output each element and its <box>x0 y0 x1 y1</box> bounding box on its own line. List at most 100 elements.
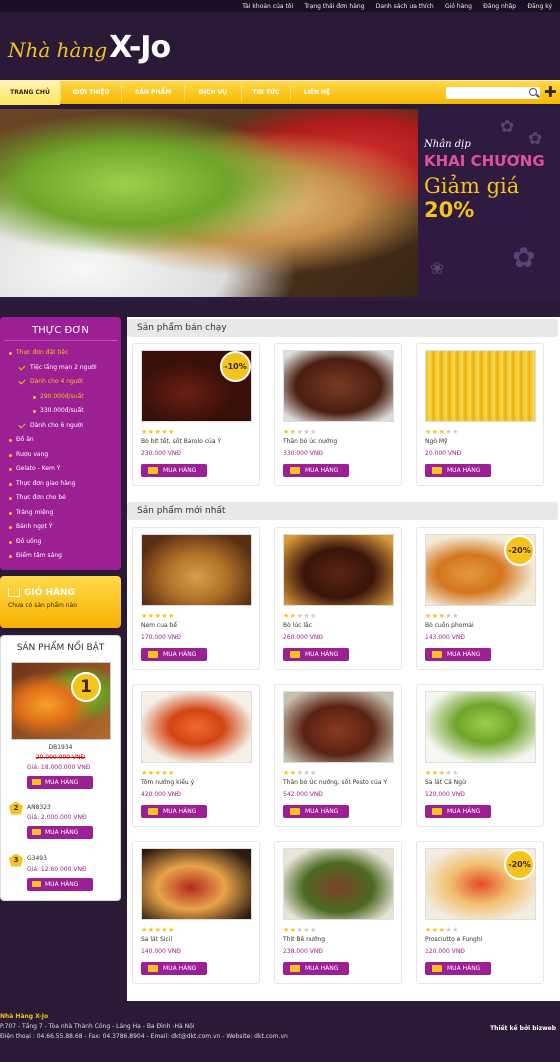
buy-button[interactable]: MUA HÀNG <box>283 805 349 818</box>
menu-item[interactable]: 290.000đ/suất <box>0 390 121 405</box>
product-name[interactable]: Bò cuốn phomai <box>425 622 474 629</box>
buy-button[interactable]: MUA HÀNG <box>425 805 491 818</box>
product-image[interactable] <box>141 848 252 920</box>
footer-credit[interactable]: Thiết kế bởi bizweb <box>490 1025 556 1032</box>
menu-item[interactable]: Đồ ăn <box>0 433 121 448</box>
nav-contact[interactable]: Liên hệ <box>291 81 343 105</box>
product-image[interactable]: -20% <box>425 534 536 606</box>
menu-item[interactable]: Đồ uống <box>0 535 121 550</box>
product-name[interactable]: Sa lát Cá Ngừ <box>425 779 466 786</box>
buy-button[interactable]: MUA HÀNG <box>425 648 491 661</box>
product-card[interactable]: -20% ★★★★★ Bò cuốn phomai 143.000 VNĐ MUA HÀ… <box>416 527 544 670</box>
cart-status: Chưa có sản phẩm nào <box>8 601 77 609</box>
footer-contact: Điện thoại : 04.66.55.88.68 - Fax: 04.37… <box>0 1033 288 1040</box>
buy-button[interactable]: MUA HÀNG <box>27 825 93 839</box>
product-card[interactable]: -20% ★★★★★ Prosciutto e Funghi 120.000 VNĐ M… <box>416 841 544 984</box>
menu-item[interactable]: Thực đơn giao hàng <box>0 477 121 492</box>
product-name[interactable]: Sa lát Sicil <box>141 936 172 943</box>
featured-code[interactable]: DB1934 <box>1 744 120 751</box>
product-image[interactable] <box>283 350 394 422</box>
menu-item[interactable]: Rượu vang <box>0 448 121 463</box>
account-link[interactable]: Tài khoản của tôi <box>242 3 293 10</box>
featured-code[interactable]: AN8323 <box>27 804 51 811</box>
menu-item[interactable]: Thực đơn đặt tiệc <box>0 346 121 361</box>
menu-item[interactable]: Gelato - Kem Ý <box>0 462 121 477</box>
product-name[interactable]: Thịt Bê nướng <box>283 936 325 943</box>
cart-link[interactable]: Giỏ hàng <box>445 3 472 10</box>
star-icon: ★ <box>147 612 155 620</box>
plus-icon[interactable]: ✚ <box>544 85 557 100</box>
menu-item[interactable]: Thực đơn cho bé <box>0 491 121 506</box>
product-name[interactable]: Ngô Mỹ <box>425 438 448 445</box>
nav-products[interactable]: Sản phẩm <box>122 81 184 105</box>
featured-product-image[interactable] <box>11 661 111 740</box>
cart-box[interactable]: Giỏ hàng Chưa có sản phẩm nào <box>0 575 121 628</box>
menu-item[interactable]: Điểm tâm sáng <box>0 549 121 564</box>
buy-button[interactable]: MUA HÀNG <box>425 464 491 477</box>
product-card[interactable]: ★★★★★ Thịt Bê nướng 238.000 VNĐ MUA HÀNG <box>274 841 402 984</box>
product-name[interactable]: Bò lúc lắc <box>283 622 312 629</box>
product-image[interactable] <box>141 534 252 606</box>
search-icon[interactable] <box>529 88 537 96</box>
product-image[interactable] <box>283 848 394 920</box>
product-image[interactable]: -10% <box>141 350 252 422</box>
order-status-link[interactable]: Trạng thái đơn hàng <box>304 3 364 10</box>
menu-item[interactable]: Tiệc lẩng mạn 2 người <box>0 361 121 376</box>
product-name[interactable]: Prosciutto e Funghi <box>425 936 482 943</box>
search-input[interactable] <box>446 87 540 99</box>
product-name[interactable]: Tôm nướng kiểu ý <box>141 779 194 786</box>
product-card[interactable]: ★★★★★ Thăn bò úc nướng 330.000 VNĐ MUA HÀNG <box>274 343 402 486</box>
hero-banner[interactable]: ✿ ✿ ❀ ✿ Nhân dịp KHAI CHƯƠNG Giảm giá 20… <box>0 109 560 301</box>
register-link[interactable]: Đăng ký <box>527 3 552 10</box>
buy-button[interactable]: MUA HÀNG <box>141 962 207 975</box>
product-image[interactable] <box>425 691 536 763</box>
featured-code[interactable]: G3493 <box>27 855 47 862</box>
banner-promo: Nhân dịp KHAI CHƯƠNG Giảm giá 20% <box>424 139 558 222</box>
main-nav: Trang chủ Giới thiệu Sản phẩm Dịch vụ Ti… <box>0 80 560 105</box>
buy-button[interactable]: MUA HÀNG <box>27 877 93 891</box>
menu-item[interactable]: Bánh ngọt Ý <box>0 520 121 535</box>
menu-item[interactable]: Dành cho 4 người <box>0 375 121 390</box>
menu-item[interactable]: Dành cho 6 người <box>0 419 121 434</box>
product-card[interactable]: ★★★★★ Sa lát Cá Ngừ 120.000 VNĐ MUA HÀNG <box>416 684 544 827</box>
star-icon: ★ <box>147 428 155 436</box>
product-image[interactable] <box>283 691 394 763</box>
product-card[interactable]: ★★★★★ Ngô Mỹ 20.000 VNĐ MUA HÀNG <box>416 343 544 486</box>
buy-button-label: MUA HÀNG <box>305 651 339 658</box>
buy-button[interactable]: MUA HÀNG <box>141 805 207 818</box>
product-card[interactable]: -10% ★★★★★ Bò bít tết, sốt Barolo của Ý 230… <box>132 343 260 486</box>
nav-news[interactable]: Tin tức <box>242 81 290 105</box>
buy-button[interactable]: MUA HÀNG <box>425 962 491 975</box>
product-card[interactable]: ★★★★★ Nem cua bể 170.000 VNĐ MUA HÀNG <box>132 527 260 670</box>
buy-button[interactable]: MUA HÀNG <box>283 962 349 975</box>
site-logo[interactable]: Nhà hàngX-Jo <box>8 30 171 65</box>
product-name[interactable]: Thăn bò úc nướng <box>283 438 337 445</box>
nav-home[interactable]: Trang chủ <box>0 81 60 105</box>
cart-icon <box>290 467 300 474</box>
menu-item[interactable]: 330.000đ/suất <box>0 404 121 419</box>
nav-services[interactable]: Dịch vụ <box>185 81 241 105</box>
buy-button[interactable]: MUA HÀNG <box>141 464 207 477</box>
product-image[interactable] <box>283 534 394 606</box>
product-name[interactable]: Bò bít tết, sốt Barolo của Ý <box>141 438 221 445</box>
nav-about[interactable]: Giới thiệu <box>61 81 121 105</box>
product-card[interactable]: ★★★★★ Tôm nướng kiểu ý 420.000 VNĐ MUA HÀNG <box>132 684 260 827</box>
product-card[interactable]: ★★★★★ Thăn bò Úc nướng, sốt Pesto của Ý 54… <box>274 684 402 827</box>
menu-item[interactable]: Tráng miệng <box>0 506 121 521</box>
buy-button[interactable]: MUA HÀNG <box>283 464 349 477</box>
product-image[interactable]: -20% <box>425 848 536 920</box>
product-image[interactable] <box>141 691 252 763</box>
product-image[interactable] <box>425 350 536 422</box>
buy-button[interactable]: MUA HÀNG <box>27 775 93 789</box>
featured-title: Sản phẩm nổi bật <box>16 642 105 653</box>
product-card[interactable]: ★★★★★ Sa lát Sicil 140.000 VNĐ MUA HÀNG <box>132 841 260 984</box>
buy-button[interactable]: MUA HÀNG <box>141 648 207 661</box>
product-name[interactable]: Thăn bò Úc nướng, sốt Pesto của Ý <box>283 779 387 786</box>
product-name[interactable]: Nem cua bể <box>141 622 177 629</box>
promo-event: KHAI CHƯƠNG <box>424 152 545 170</box>
product-card[interactable]: ★★★★★ Bò lúc lắc 260.000 VNĐ MUA HÀNG <box>274 527 402 670</box>
cart-icon <box>432 467 442 474</box>
login-link[interactable]: Đăng nhập <box>483 3 516 10</box>
wishlist-link[interactable]: Danh sách ưa thích <box>376 3 434 10</box>
buy-button[interactable]: MUA HÀNG <box>283 648 349 661</box>
